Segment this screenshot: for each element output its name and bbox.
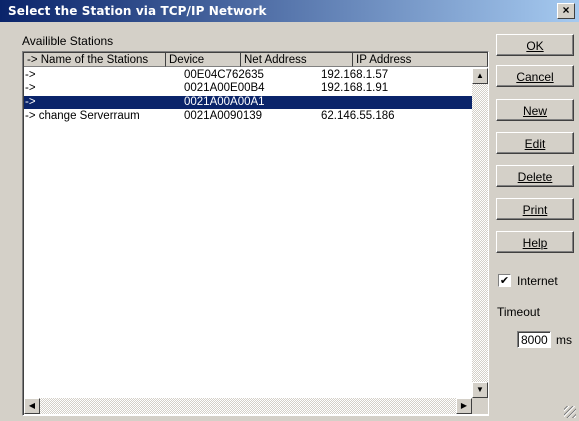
station-name-cell: -> — [25, 82, 36, 94]
ok-button[interactable]: OK — [496, 34, 574, 56]
delete-button[interactable]: Delete — [496, 165, 574, 187]
column-header-name[interactable]: -> Name of the Stations — [24, 53, 166, 67]
edit-button[interactable]: Edit — [496, 132, 574, 154]
station-ip-cell: 192.168.1.91 — [321, 82, 389, 94]
scroll-up-arrow-icon[interactable]: ▲ — [472, 68, 488, 84]
horizontal-scrollbar[interactable]: ◀ ▶ — [24, 398, 472, 414]
help-button-label: Help — [522, 236, 548, 250]
vertical-scrollbar[interactable]: ▲ ▼ — [472, 68, 488, 398]
column-header-ip-address[interactable]: IP Address — [353, 53, 488, 67]
print-button[interactable]: Print — [496, 198, 574, 220]
station-row[interactable]: -> 0021A00E00B4 192.168.1.91 — [24, 82, 472, 95]
station-device-cell: 0021A00E00B4 — [184, 82, 265, 94]
timeout-input[interactable]: 8000 — [517, 331, 551, 348]
title-bar[interactable]: Select the Station via TCP/IP Network × — [0, 0, 579, 22]
timeout-label: Timeout — [497, 305, 540, 319]
new-button[interactable]: New — [496, 99, 574, 121]
resize-grip-icon[interactable] — [564, 406, 576, 418]
scroll-down-arrow-icon[interactable]: ▼ — [472, 382, 488, 398]
station-row-selected[interactable]: -> 0021A00A00A1 — [24, 96, 472, 109]
station-device-cell: 0021A0090139 — [184, 110, 263, 122]
window-title: Select the Station via TCP/IP Network — [8, 4, 267, 18]
new-button-label: New — [522, 104, 547, 118]
station-select-dialog: Select the Station via TCP/IP Network × … — [0, 0, 579, 421]
ok-button-label: OK — [526, 39, 544, 53]
station-name-cell: -> — [25, 96, 36, 108]
station-device-cell: 00E04C762635 — [184, 69, 264, 81]
scrollbar-corner — [472, 398, 488, 414]
station-name-cell: -> change Serverraum — [25, 110, 140, 122]
column-header-device[interactable]: Device — [166, 53, 241, 67]
delete-button-label: Delete — [517, 170, 553, 184]
close-icon[interactable]: × — [557, 3, 575, 19]
scroll-left-arrow-icon[interactable]: ◀ — [24, 398, 40, 414]
internet-checkbox[interactable]: ✔ — [498, 274, 511, 287]
timeout-unit: ms — [556, 333, 572, 347]
edit-button-label: Edit — [524, 137, 546, 151]
station-device-cell: 0021A00A00A1 — [184, 96, 265, 108]
scroll-right-arrow-icon[interactable]: ▶ — [456, 398, 472, 414]
cancel-button[interactable]: Cancel — [496, 65, 574, 87]
checkmark-icon: ✔ — [499, 275, 510, 287]
station-row[interactable]: -> change Serverraum 0021A0090139 62.146… — [24, 110, 472, 123]
cancel-button-label: Cancel — [516, 70, 554, 84]
station-row[interactable]: -> 00E04C762635 192.168.1.57 — [24, 69, 472, 82]
print-button-label: Print — [522, 203, 548, 217]
help-button[interactable]: Help — [496, 231, 574, 253]
stations-group-label: Availible Stations — [22, 34, 114, 48]
column-header-net-address[interactable]: Net Address — [241, 53, 353, 67]
station-ip-cell: 192.168.1.57 — [321, 69, 389, 81]
internet-label: Internet — [517, 274, 558, 288]
station-ip-cell: 62.146.55.186 — [321, 110, 395, 122]
station-name-cell: -> — [25, 69, 36, 81]
stations-list[interactable]: -> Name of the Stations Device Net Addre… — [22, 51, 489, 416]
